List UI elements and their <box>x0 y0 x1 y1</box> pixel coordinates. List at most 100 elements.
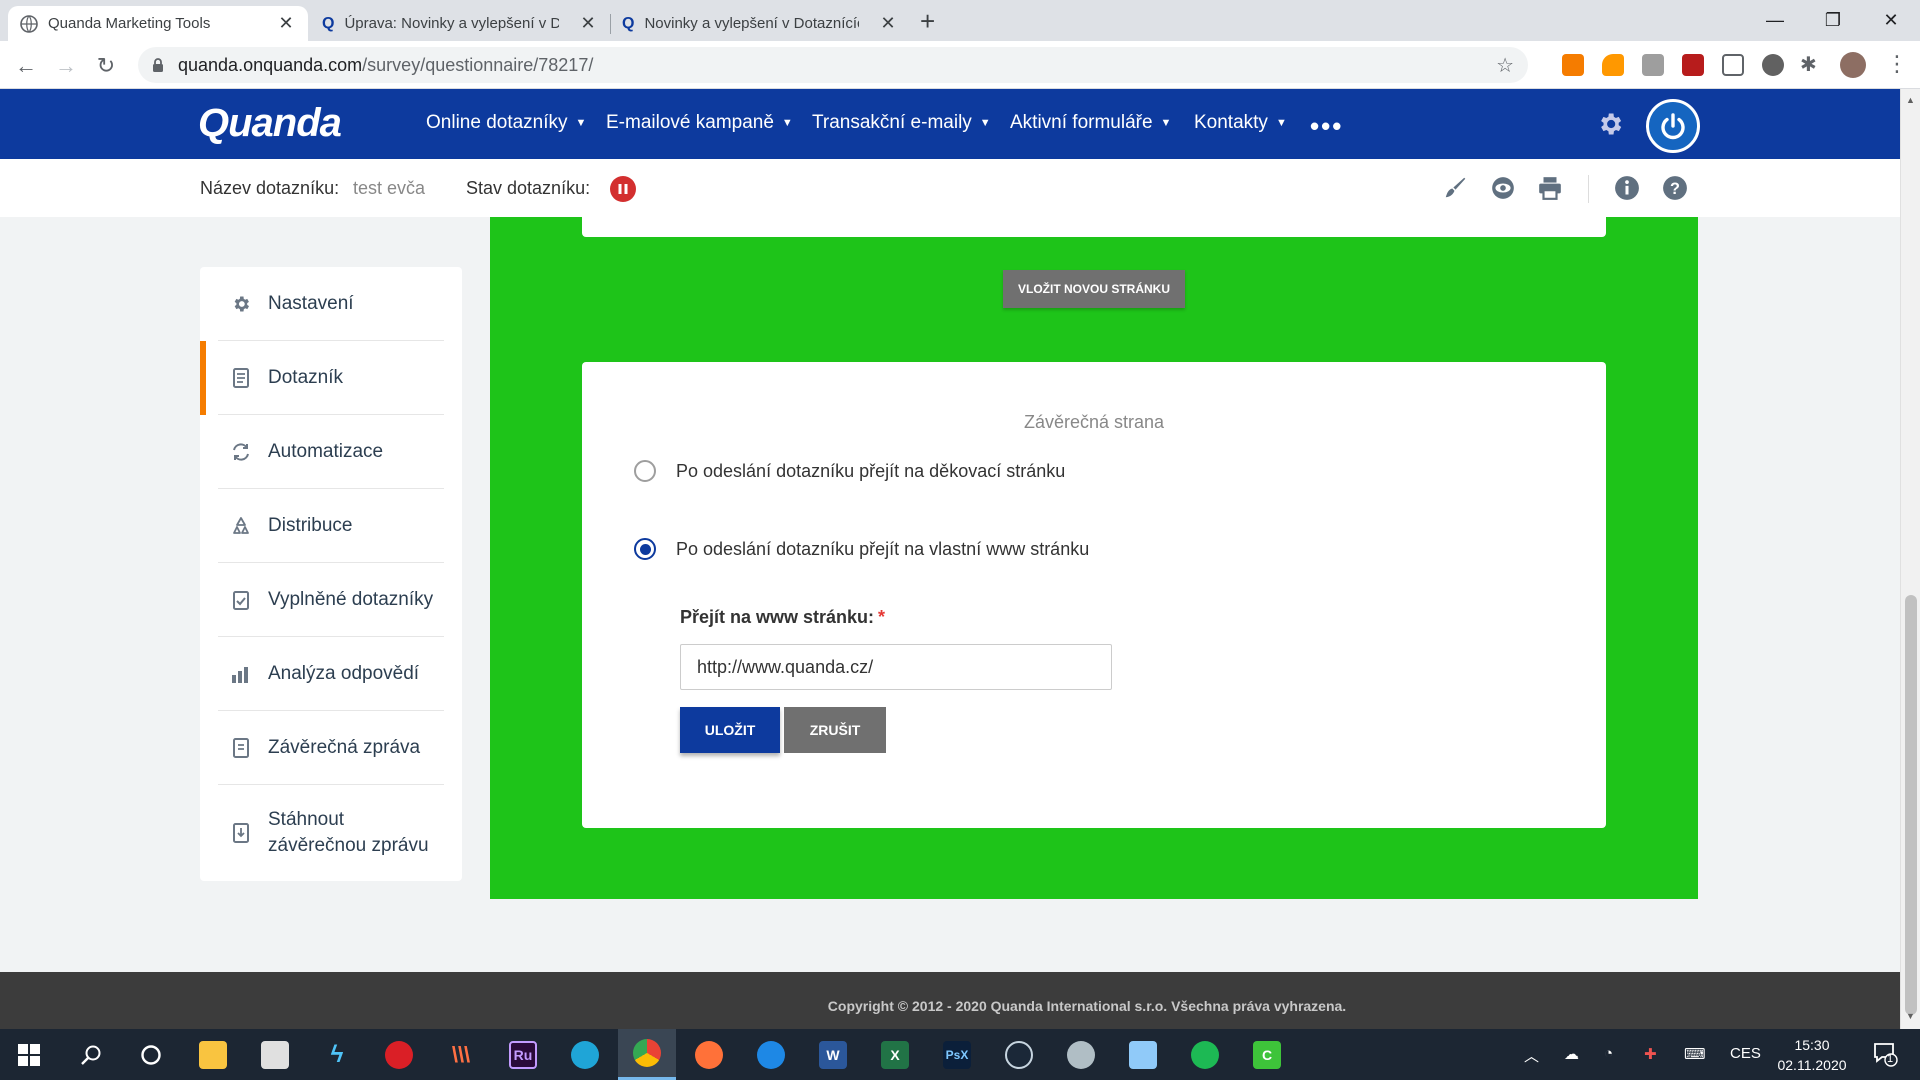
reload-icon[interactable]: ↻ <box>90 50 122 82</box>
wifi-icon[interactable]: ◔ <box>1604 1045 1613 1062</box>
radio-thank-you-page[interactable] <box>634 460 656 482</box>
cortana-icon[interactable] <box>122 1029 180 1080</box>
browser-tab-news[interactable]: Q Novinky a vylepšení v Dotaznících ✕ <box>610 6 910 41</box>
lightning-app-icon[interactable]: ϟ <box>308 1029 366 1080</box>
option-label: Po odeslání dotazníku přejít na děkovací… <box>676 460 1066 481</box>
camtasia-icon[interactable]: C <box>1238 1029 1296 1080</box>
quanda-logo[interactable]: Quanda <box>198 101 342 146</box>
input-language[interactable]: CES <box>1730 1045 1761 1062</box>
avatar[interactable] <box>1840 52 1866 78</box>
sidebar-item-label: Distribuce <box>268 514 353 536</box>
cancel-button[interactable]: ZRUŠIT <box>784 707 886 753</box>
firefox-icon[interactable] <box>680 1029 738 1080</box>
gear-icon[interactable] <box>1596 110 1624 138</box>
help-icon[interactable]: ? <box>1662 175 1688 201</box>
questionnaire-name-value: test evča <box>353 178 426 198</box>
keyboard-icon[interactable]: ⌨ <box>1684 1045 1706 1063</box>
option-thank-you-page[interactable]: Po odeslání dotazníku přejít na děkovací… <box>634 460 1065 482</box>
close-icon[interactable]: ✕ <box>276 13 296 34</box>
store-icon[interactable] <box>246 1029 304 1080</box>
edge-icon[interactable] <box>556 1029 614 1080</box>
eye-icon[interactable] <box>1490 175 1516 201</box>
excel-icon[interactable]: X <box>866 1029 924 1080</box>
notes-app-icon[interactable] <box>1114 1029 1172 1080</box>
menu-kontakty[interactable]: Kontakty ▼ <box>1194 112 1287 134</box>
print-icon[interactable] <box>1537 175 1563 201</box>
dropbox-alert-icon[interactable]: ✚ <box>1644 1045 1657 1063</box>
save-button[interactable]: ULOŽIT <box>680 707 780 753</box>
puzzle-extensions-icon[interactable]: ✱ <box>1800 52 1817 77</box>
label-text: Přejít na www stránku: <box>680 607 875 627</box>
bookmark-star-icon[interactable]: ☆ <box>1496 53 1514 78</box>
rss-extension-icon[interactable] <box>1602 54 1624 76</box>
forward-icon[interactable]: → <box>50 50 82 82</box>
redirect-url-input[interactable] <box>680 644 1112 690</box>
back-icon[interactable]: ← <box>10 50 42 82</box>
browser-tab-quanda[interactable]: Quanda Marketing Tools ✕ <box>8 6 308 41</box>
analytics-extension-icon[interactable] <box>1562 54 1584 76</box>
scrollbar-thumb[interactable] <box>1905 595 1917 1015</box>
active-indicator <box>200 341 206 415</box>
file-explorer-icon[interactable] <box>184 1029 242 1080</box>
sidebar-item-automatizace[interactable]: Automatizace <box>218 415 444 489</box>
sidebar-item-dotaznik[interactable]: Dotazník <box>218 341 444 415</box>
sidebar-item-nastaveni[interactable]: Nastavení <box>218 267 444 341</box>
tray-chevron-icon[interactable]: ︿ <box>1524 1045 1539 1066</box>
info-icon[interactable] <box>1614 175 1640 201</box>
menu-online-dotazniky[interactable]: Online dotazníky ▼ <box>426 112 586 134</box>
windows-start-icon[interactable] <box>0 1029 58 1080</box>
system-clock[interactable]: 15:30 02.11.2020 <box>1770 1035 1854 1075</box>
word-icon[interactable]: W <box>804 1029 862 1080</box>
sidebar-item-analyza-odpovedi[interactable]: Analýza odpovědí <box>218 637 444 711</box>
sidebar-item-distribuce[interactable]: Distribuce <box>218 489 444 563</box>
pdf-extension-icon[interactable] <box>1682 54 1704 76</box>
notification-center-icon[interactable]: 1 <box>1872 1041 1898 1067</box>
menu-label: Transakční e-maily <box>812 112 972 133</box>
menu-transakcni-emaily[interactable]: Transakční e-maily ▼ <box>812 112 991 134</box>
caret-down-icon: ▼ <box>781 117 793 129</box>
new-tab-button[interactable]: + <box>920 6 935 37</box>
brush-icon[interactable] <box>1442 175 1468 201</box>
steam-icon[interactable] <box>990 1029 1048 1080</box>
close-icon[interactable]: ✕ <box>578 13 598 34</box>
scroll-down-icon[interactable]: ▼ <box>1906 1011 1915 1021</box>
minimize-icon[interactable]: — <box>1746 0 1804 41</box>
wave-app-icon[interactable]: \\\ <box>432 1029 490 1080</box>
menu-emailove-kampane[interactable]: E-mailové kampaně ▼ <box>606 112 793 134</box>
sidebar-item-label: Stáhnout závěrečnou zprávu <box>268 809 429 856</box>
menu-aktivni-formulare[interactable]: Aktivní formuláře ▼ <box>1010 112 1171 134</box>
menu-label: Online dotazníky <box>426 112 568 133</box>
paint-icon[interactable] <box>1052 1029 1110 1080</box>
scroll-up-icon[interactable]: ▲ <box>1906 95 1915 105</box>
camera-extension-icon[interactable] <box>1642 54 1664 76</box>
power-icon[interactable] <box>1646 99 1700 153</box>
cloud-app-icon[interactable] <box>742 1029 800 1080</box>
creative-cloud-icon[interactable] <box>370 1029 428 1080</box>
address-bar[interactable]: quanda.onquanda.com/survey/questionnaire… <box>138 47 1528 83</box>
insert-new-page-button[interactable]: VLOŽIT NOVOU STRÁNKU <box>1003 270 1185 308</box>
photoshop-express-icon[interactable]: PsX <box>928 1029 986 1080</box>
close-icon[interactable]: ✕ <box>878 13 898 34</box>
option-custom-url-page[interactable]: Po odeslání dotazníku přejít na vlastní … <box>634 538 1089 560</box>
search-icon[interactable] <box>62 1029 120 1080</box>
sidebar-item-label: Závěrečná zpráva <box>268 736 421 758</box>
onedrive-icon[interactable]: ☁ <box>1564 1045 1579 1063</box>
sidebar-item-zaverecna-zprava[interactable]: Závěrečná zpráva <box>218 711 444 785</box>
page-scrollbar[interactable]: ▲ ▼ <box>1900 89 1920 1029</box>
radio-custom-url-page[interactable] <box>634 538 656 560</box>
circle-extension-icon[interactable] <box>1762 54 1784 76</box>
pocket-extension-icon[interactable] <box>1722 54 1744 76</box>
sidebar-item-stahnout-zaverecnou-zpravu[interactable]: Stáhnout závěrečnou zprávu <box>218 785 444 881</box>
chrome-icon[interactable] <box>618 1029 676 1080</box>
more-menu-icon[interactable]: ••• <box>1310 111 1343 142</box>
browser-tab-edit[interactable]: Q Úprava: Novinky a vylepšení v Dotazníc… <box>310 6 610 41</box>
copyright-text: Copyright © 2012 - 2020 Quanda Internati… <box>827 998 1347 1014</box>
pause-icon[interactable] <box>610 176 636 202</box>
kebab-menu-icon[interactable]: ⋮ <box>1886 51 1908 77</box>
spotify-icon[interactable] <box>1176 1029 1234 1080</box>
sidebar-item-vyplnene-dotazniky[interactable]: Vyplněné dotazníky <box>218 563 444 637</box>
restore-icon[interactable]: ❐ <box>1804 0 1862 41</box>
adobe-rush-icon[interactable]: Ru <box>494 1029 552 1080</box>
caret-down-icon: ▼ <box>1275 117 1287 129</box>
window-close-icon[interactable]: ✕ <box>1862 0 1920 41</box>
